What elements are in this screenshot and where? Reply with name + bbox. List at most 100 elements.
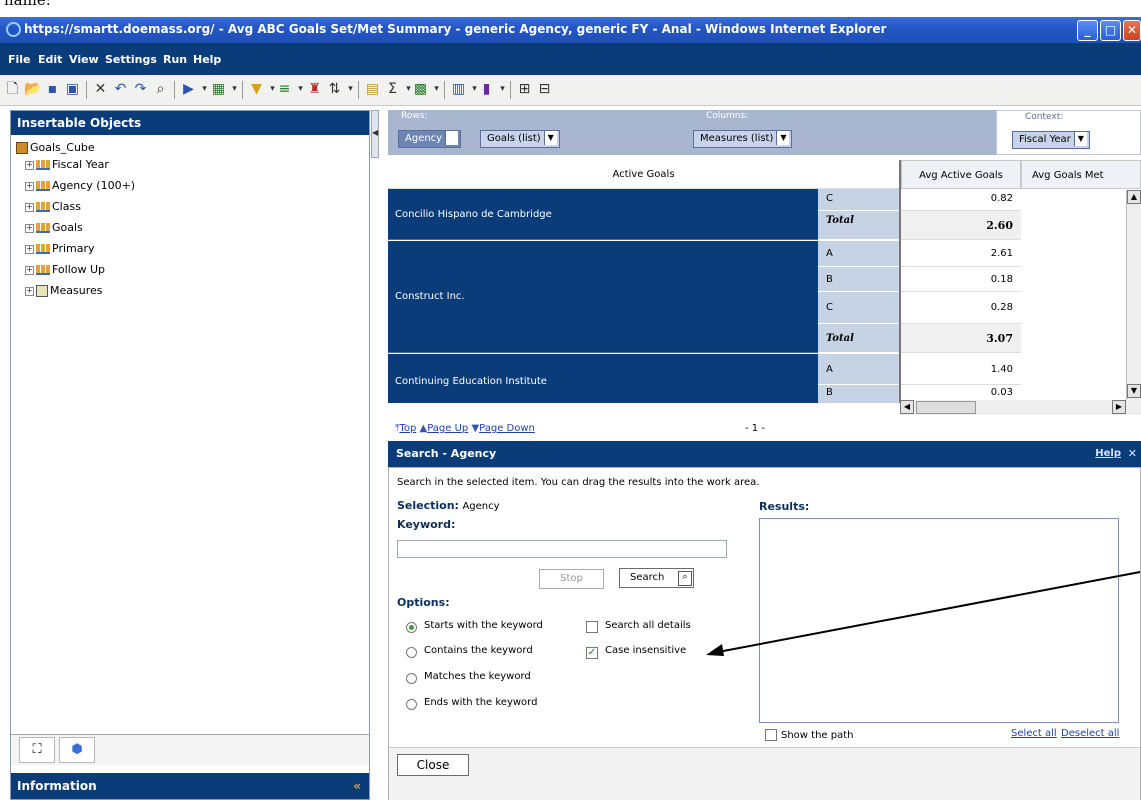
save-as-icon[interactable]: ▣ xyxy=(64,80,81,98)
value-cell[interactable]: 0.18 xyxy=(901,267,1021,292)
context-chip-fiscal-year[interactable]: Fiscal Year ▼ xyxy=(1012,131,1090,149)
vertical-scrollbar[interactable]: ▲ ▼ xyxy=(1126,190,1141,400)
row-header-goal[interactable]: A xyxy=(818,354,899,385)
expand-icon[interactable]: + xyxy=(25,202,34,212)
search-all-details-checkbox[interactable] xyxy=(586,621,598,633)
value-cell[interactable]: 0.82 xyxy=(901,189,1021,211)
help-link[interactable]: Help xyxy=(1095,441,1121,467)
save-icon[interactable]: ▪ xyxy=(44,80,61,98)
chart-dropdown-icon[interactable]: ▾ xyxy=(494,80,511,98)
expand-icon[interactable]: + xyxy=(25,244,34,254)
expand-icon[interactable]: + xyxy=(25,223,34,233)
radio-contains[interactable] xyxy=(406,647,417,658)
expand-icon[interactable]: + xyxy=(25,181,34,191)
scroll-down-icon[interactable]: ▼ xyxy=(1127,384,1141,398)
menu-help[interactable]: Help xyxy=(193,53,221,66)
row-header-total[interactable]: Total xyxy=(818,324,899,353)
row-header-agency[interactable]: Concilio Hispano de Cambridge xyxy=(388,189,818,240)
calculate-dropdown-icon[interactable]: ▾ xyxy=(428,80,445,98)
chevron-left-icon[interactable]: ◀ xyxy=(372,128,378,137)
page-down-link[interactable]: Page Down xyxy=(479,423,535,434)
row-header-goal[interactable]: C xyxy=(818,189,899,211)
value-cell-total[interactable]: 2.60 xyxy=(901,211,1021,240)
cut-icon[interactable]: ✕ xyxy=(92,80,109,98)
swap-icon[interactable]: ▤ xyxy=(364,80,381,98)
rows-chip-goals[interactable]: Goals (list) ▼ xyxy=(480,130,560,148)
radio-matches[interactable] xyxy=(406,673,417,684)
scroll-up-icon[interactable]: ▲ xyxy=(1127,190,1141,204)
expand-icon[interactable]: + xyxy=(25,160,34,170)
page-up-link[interactable]: Page Up xyxy=(427,423,468,434)
run-icon[interactable]: ▶ xyxy=(180,80,197,98)
panel-splitter[interactable]: ◀ xyxy=(371,110,379,158)
radio-starts-with[interactable] xyxy=(406,622,417,633)
scroll-thumb[interactable] xyxy=(916,401,976,414)
top-link[interactable]: Top xyxy=(399,423,416,434)
minimize-button[interactable]: _ xyxy=(1077,20,1098,41)
radio-ends-with[interactable] xyxy=(406,699,417,710)
filter-icon[interactable]: ▼ xyxy=(248,80,265,98)
chevron-down-icon[interactable]: ▼ xyxy=(776,131,790,145)
column-header-avg-active-goals[interactable]: Avg Active Goals xyxy=(901,160,1021,189)
insert-icon[interactable]: ▦ xyxy=(210,80,227,98)
tree-item-agency[interactable]: + Agency (100+) xyxy=(25,177,135,195)
value-cell[interactable]: 1.40 xyxy=(901,354,1021,385)
collapse-icon[interactable]: « xyxy=(353,773,361,799)
new-icon[interactable]: 🗋 xyxy=(4,80,21,98)
tree-item-primary[interactable]: + Primary xyxy=(25,240,95,258)
scroll-right-icon[interactable]: ▶ xyxy=(1112,400,1126,414)
case-insensitive-checkbox[interactable]: ✓ xyxy=(586,647,598,659)
tree-item-goals[interactable]: + Goals xyxy=(25,219,83,237)
layout-icon[interactable]: ⊟ xyxy=(536,80,553,98)
row-header-total[interactable]: Total xyxy=(818,211,899,240)
row-header-goal[interactable]: B xyxy=(818,385,899,403)
tree-item-measures[interactable]: + Measures xyxy=(25,282,102,300)
menu-run[interactable]: Run xyxy=(163,53,187,66)
chevron-down-icon[interactable]: ▼ xyxy=(445,131,459,145)
undo-icon[interactable]: ↶ xyxy=(112,80,129,98)
columns-chip-measures[interactable]: Measures (list) ▼ xyxy=(693,130,793,148)
deselect-all-link[interactable]: Deselect all xyxy=(1061,728,1119,739)
close-window-button[interactable]: ✕ xyxy=(1123,20,1141,41)
tree-item-follow-up[interactable]: + Follow Up xyxy=(25,261,105,279)
package-tab[interactable]: ⬢ xyxy=(59,737,95,763)
rows-chip-agency[interactable]: Agency ▼ xyxy=(398,130,462,148)
menu-file[interactable]: File xyxy=(8,53,31,66)
column-header-avg-goals-met[interactable]: Avg Goals Met xyxy=(1021,160,1141,189)
suppress-icon[interactable]: ≡ xyxy=(276,80,293,98)
sort-dropdown-icon[interactable]: ▾ xyxy=(342,80,359,98)
keyword-input[interactable] xyxy=(397,540,727,558)
row-header-goal[interactable]: C xyxy=(818,292,899,324)
menu-settings[interactable]: Settings xyxy=(105,53,157,66)
close-icon[interactable]: ✕ xyxy=(1128,441,1137,467)
row-header-agency[interactable]: Construct Inc. xyxy=(388,241,818,353)
close-button[interactable]: Close xyxy=(397,754,469,776)
menu-edit[interactable]: Edit xyxy=(38,53,62,66)
value-cell[interactable]: 2.61 xyxy=(901,241,1021,267)
expand-icon[interactable]: + xyxy=(25,265,34,275)
chart-icon[interactable]: ▮ xyxy=(478,80,495,98)
expand-icon[interactable]: + xyxy=(25,286,34,296)
menu-view[interactable]: View xyxy=(69,53,99,66)
insert-dropdown-icon[interactable]: ▾ xyxy=(226,80,243,98)
row-header-goal[interactable]: B xyxy=(818,267,899,292)
search-button[interactable]: Search ⌕ xyxy=(619,568,694,588)
explore-icon[interactable]: ♜ xyxy=(306,80,323,98)
stop-button[interactable]: Stop xyxy=(539,569,604,589)
select-all-link[interactable]: Select all xyxy=(1011,728,1057,739)
calculate-icon[interactable]: ▩ xyxy=(412,80,429,98)
row-header-agency[interactable]: Continuing Education Institute xyxy=(388,354,818,403)
show-path-checkbox[interactable] xyxy=(765,729,777,741)
sort-icon[interactable]: ⇅ xyxy=(326,80,343,98)
scroll-left-icon[interactable]: ◀ xyxy=(900,400,914,414)
tree-root[interactable]: Goals_Cube xyxy=(16,139,95,157)
row-header-goal[interactable]: A xyxy=(818,241,899,267)
display-type-icon[interactable]: ▥ xyxy=(450,80,467,98)
value-cell[interactable]: 0.28 xyxy=(901,292,1021,324)
find-icon[interactable]: ⌕ xyxy=(152,80,169,98)
source-tree-tab[interactable]: ⛶ xyxy=(19,737,55,763)
chevron-down-icon[interactable]: ▼ xyxy=(543,131,557,145)
maximize-button[interactable]: □ xyxy=(1100,20,1121,41)
redo-icon[interactable]: ↷ xyxy=(132,80,149,98)
horizontal-scrollbar[interactable]: ◀ ▶ xyxy=(900,400,1141,415)
